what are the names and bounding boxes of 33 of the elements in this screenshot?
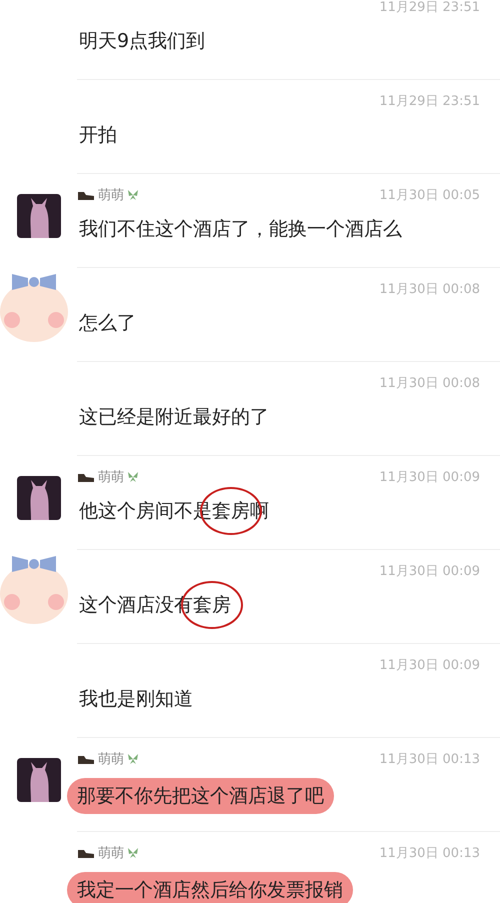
- message-time: 11月30日 00:08: [379, 281, 480, 298]
- message-text: 这已经是附近最好的了: [78, 405, 270, 430]
- butterfly-icon: [127, 753, 139, 765]
- message-text: 明天9点我们到: [78, 29, 206, 54]
- message-text: 那要不你先把这个酒店退了吧: [67, 778, 334, 814]
- message-time: 11月30日 00:09: [379, 469, 480, 486]
- shoe-icon: [77, 848, 95, 858]
- sender-name: 萌萌: [77, 186, 139, 204]
- message-time: 11月29日 23:51: [379, 0, 480, 16]
- butterfly-icon: [127, 189, 139, 201]
- butterfly-icon: [127, 847, 139, 859]
- shoe-icon: [77, 472, 95, 482]
- avatar: [17, 476, 61, 520]
- message-time: 11月30日 00:05: [379, 187, 480, 204]
- message-time: 11月30日 00:09: [379, 657, 480, 674]
- message-text: 我们不住这个酒店了，能换一个酒店么: [78, 217, 403, 242]
- message-time: 11月29日 23:51: [379, 93, 480, 110]
- message-text: 我也是刚知道: [78, 687, 194, 712]
- sender-name: 萌萌: [77, 750, 139, 768]
- message-time: 11月30日 00:13: [379, 845, 480, 862]
- butterfly-icon: [127, 471, 139, 483]
- sender-name: 萌萌: [77, 468, 139, 486]
- message-time: 11月30日 00:08: [379, 375, 480, 392]
- message-text: 我定一个酒店然后给你发票报销: [67, 872, 353, 903]
- message-text: 开拍: [78, 123, 118, 148]
- shoe-icon: [77, 190, 95, 200]
- message-text: 怎么了: [78, 311, 137, 336]
- avatar: [17, 194, 61, 238]
- avatar: [17, 758, 61, 802]
- message-time: 11月30日 00:09: [379, 563, 480, 580]
- message-time: 11月30日 00:13: [379, 751, 480, 768]
- sender-name: 萌萌: [77, 844, 139, 862]
- shoe-icon: [77, 754, 95, 764]
